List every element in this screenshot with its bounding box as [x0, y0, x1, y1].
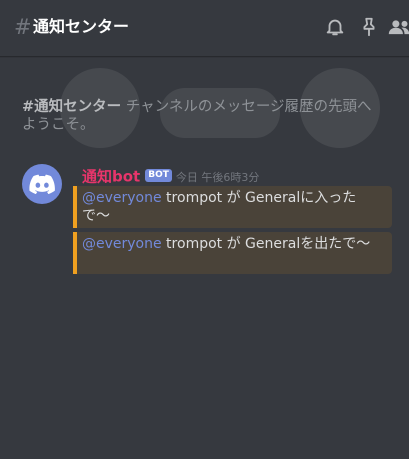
everyone-mention[interactable]: @everyone	[82, 236, 162, 252]
message-embed: @everyone trompot が Generalに入ったで〜	[73, 186, 392, 228]
avatar[interactable]	[22, 164, 62, 204]
channel-hash-icon: #	[14, 15, 32, 39]
message-embed: @everyone trompot が Generalを出たで〜	[73, 232, 392, 274]
members-icon[interactable]	[388, 16, 409, 38]
discord-logo-icon	[29, 174, 55, 194]
channel-welcome-message: #通知センター チャンネルのメッセージ履歴の先頭へようこそ。	[22, 98, 382, 134]
message-header: 通知bot BOT 今日 午後6時3分	[82, 166, 259, 186]
pin-icon[interactable]	[358, 16, 380, 38]
channel-header: # 通知センター	[0, 0, 409, 56]
embed-text: trompot が Generalを出たで〜	[161, 236, 371, 252]
message-list[interactable]: #通知センター チャンネルのメッセージ履歴の先頭へようこそ。 通知bot BOT 今…	[0, 56, 409, 459]
bot-tag: BOT	[145, 169, 172, 182]
author-username[interactable]: 通知bot	[82, 168, 140, 186]
channel-name: 通知センター	[33, 17, 130, 36]
message-timestamp: 今日 午後6時3分	[175, 170, 260, 184]
discord-channel-view: # 通知センター #通知センター チャンネルのメッセージ履歴の先頭へようこそ。 …	[0, 0, 409, 459]
bell-icon[interactable]	[324, 16, 346, 38]
everyone-mention[interactable]: @everyone	[82, 190, 162, 206]
welcome-channel-ref: #通知センター	[22, 99, 122, 115]
